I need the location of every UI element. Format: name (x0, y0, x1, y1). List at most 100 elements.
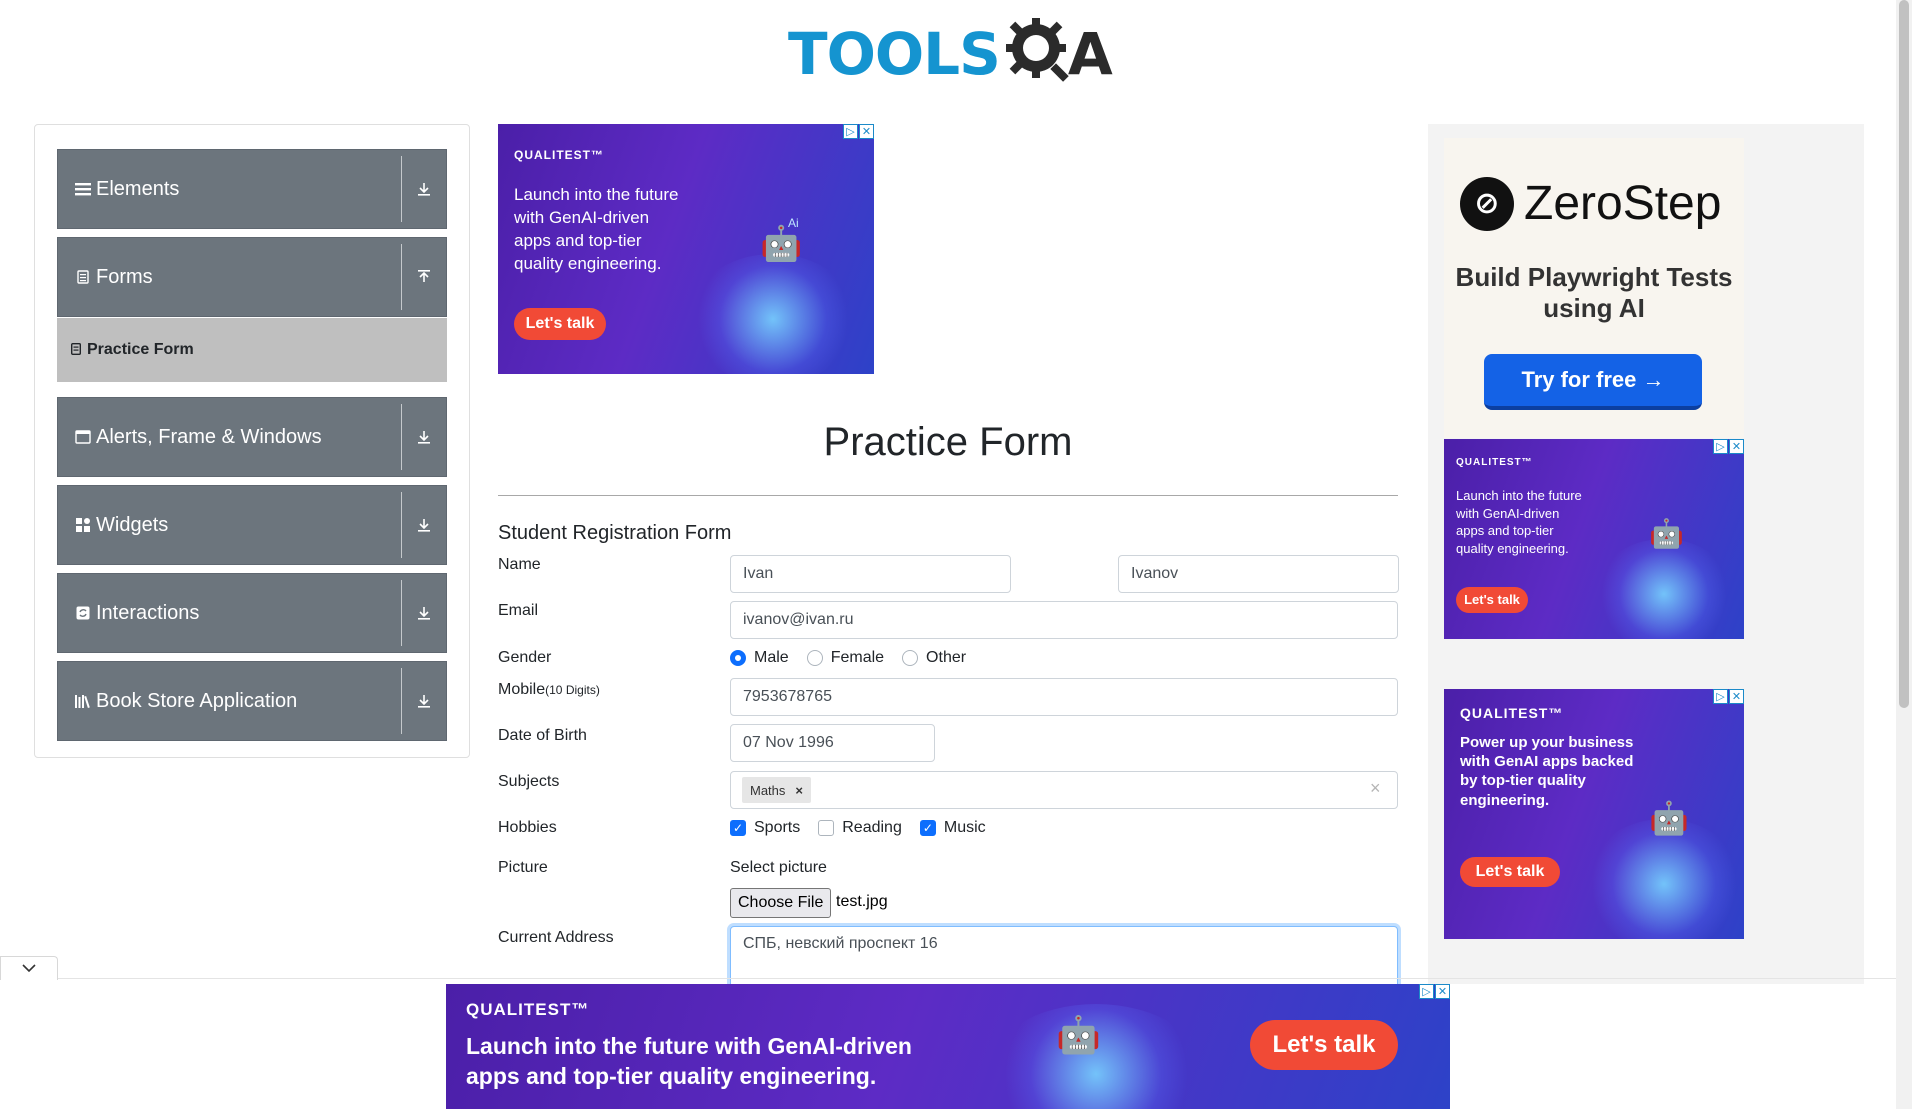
checkbox-label: Music (943, 819, 986, 836)
first-name-input[interactable]: Ivan (730, 555, 1011, 593)
collapse-toggle[interactable] (0, 956, 58, 980)
picture-label: Picture (498, 859, 548, 876)
gear-magnifier-icon (1005, 15, 1072, 94)
hobbies-checkbox-group: ✓ Sports Reading ✓ Music (730, 819, 986, 837)
choose-file-button[interactable]: Choose File (730, 888, 832, 918)
name-label: Name (498, 556, 541, 573)
close-icon[interactable]: ✕ (1729, 689, 1744, 704)
sidebar-item-label: Practice Form (87, 341, 194, 358)
ad-banner-right-1[interactable]: QUALITEST™ Launch into the future with G… (1444, 439, 1744, 639)
address-label: Current Address (498, 929, 614, 946)
left-sidebar: Elements Forms Practice Form Alerts, Fra… (34, 124, 470, 758)
ad-banner-bottom[interactable]: QUALITEST™ Launch into the future with G… (446, 984, 1450, 1109)
remove-icon[interactable]: × (795, 783, 803, 798)
subjects-label: Subjects (498, 773, 560, 790)
window-icon (74, 430, 92, 444)
document-icon (70, 342, 82, 358)
ad-brand: QUALITEST™ (466, 1000, 590, 1019)
books-icon (74, 694, 92, 708)
radio-label: Other (926, 649, 967, 666)
ad-info-icon[interactable]: ▷ (1713, 439, 1728, 454)
current-address-textarea[interactable]: СПБ, невский проспект 16 (730, 926, 1398, 990)
hobby-sports-checkbox[interactable]: ✓ Sports (730, 819, 800, 837)
ad-cta-button[interactable]: Let's talk (1250, 1020, 1398, 1070)
sidebar-group-bookstore[interactable]: Book Store Application (57, 661, 447, 741)
gender-male-radio[interactable]: Male (730, 649, 789, 667)
ad-cta-button[interactable]: Let's talk (1460, 857, 1560, 887)
ad-close-controls[interactable]: ▷ ✕ (842, 124, 874, 139)
sidebar-group-label: Forms (96, 265, 153, 288)
upload-icon[interactable] (402, 238, 446, 316)
sidebar-group-interactions[interactable]: Interactions (57, 573, 447, 653)
close-icon[interactable]: ✕ (1435, 984, 1450, 999)
clear-icon[interactable]: × (1370, 778, 1381, 799)
ad-cta-button[interactable]: Let's talk (1456, 587, 1528, 613)
mobile-hint: (10 Digits) (545, 683, 600, 697)
close-icon[interactable]: ✕ (1729, 439, 1744, 454)
download-icon[interactable] (402, 574, 446, 652)
ad-close-controls[interactable]: ▷ ✕ (1712, 439, 1744, 454)
sidebar-item-practice-form[interactable]: Practice Form (57, 318, 447, 382)
sidebar-group-label: Elements (96, 177, 180, 200)
ad-info-icon[interactable]: ▷ (843, 124, 858, 139)
mobile-label: Mobile(10 Digits) (498, 681, 600, 699)
date-of-birth-input[interactable]: 07 Nov 1996 (730, 724, 935, 762)
sidebar-group-label: Book Store Application (96, 689, 298, 712)
hobby-reading-checkbox[interactable]: Reading (818, 819, 902, 837)
try-for-free-button[interactable]: Try for free → (1484, 354, 1702, 410)
download-icon[interactable] (402, 486, 446, 564)
zerostep-ad[interactable]: ⊘ ZeroStep Build Playwright Tests using … (1444, 138, 1744, 438)
ad-info-icon[interactable]: ▷ (1713, 689, 1728, 704)
subject-chip: Maths × (742, 777, 811, 803)
sync-icon (74, 606, 92, 620)
ad-info-icon[interactable]: ▷ (1419, 984, 1434, 999)
download-icon[interactable] (402, 662, 446, 740)
mobile-input[interactable]: 7953678765 (730, 678, 1398, 716)
subject-chip-label: Maths (750, 782, 786, 798)
ai-label: Ai (788, 216, 799, 230)
zerostep-name: ZeroStep (1524, 177, 1722, 230)
checkbox-checked-icon: ✓ (730, 820, 746, 836)
ad-banner-right-2[interactable]: QUALITEST™ Power up your business with G… (1444, 689, 1744, 939)
close-icon[interactable]: ✕ (859, 124, 874, 139)
selected-file-name: test.jpg (836, 893, 888, 910)
bottom-divider (0, 978, 1896, 979)
last-name-input[interactable]: Ivanov (1118, 555, 1399, 593)
ad-close-controls[interactable]: ▷ ✕ (1418, 984, 1450, 999)
ad-text: Launch into the future with GenAI-driven… (514, 185, 679, 273)
page-title: Practice Form (823, 420, 1073, 464)
checkbox-label: Reading (842, 819, 902, 836)
zerostep-logo-icon: ⊘ (1460, 176, 1514, 231)
hobbies-label: Hobbies (498, 819, 557, 836)
grid-icon (74, 518, 92, 532)
zerostep-subtitle: Build Playwright Tests using AI (1455, 262, 1733, 324)
ad-close-controls[interactable]: ▷ ✕ (1712, 689, 1744, 704)
sidebar-group-elements[interactable]: Elements (57, 149, 447, 229)
ad-banner-top[interactable]: QUALITEST™ Launch into the future with G… (498, 124, 874, 374)
sidebar-group-widgets[interactable]: Widgets (57, 485, 447, 565)
chevron-down-icon (21, 960, 37, 978)
robot-icon: 🤖 (1056, 1014, 1101, 1055)
ad-brand: QUALITEST™ (1460, 705, 1564, 721)
document-icon (74, 270, 92, 284)
scrollbar-thumb[interactable] (1899, 0, 1909, 708)
robot-icon: 🤖 (760, 225, 803, 263)
select-picture-label: Select picture (730, 859, 827, 876)
ad-text: Launch into the future with GenAI-driven… (466, 1033, 912, 1089)
dob-label: Date of Birth (498, 727, 587, 744)
divider (498, 495, 1398, 496)
robot-icon: 🤖 (1649, 518, 1684, 549)
sidebar-group-alerts[interactable]: Alerts, Frame & Windows (57, 397, 447, 477)
sidebar-group-forms[interactable]: Forms (57, 237, 447, 317)
subjects-input[interactable] (730, 771, 1398, 809)
gender-other-radio[interactable]: Other (902, 649, 966, 667)
download-icon[interactable] (402, 150, 446, 228)
toolsqa-logo[interactable]: TOOLS A (788, 14, 1113, 94)
download-icon[interactable] (402, 398, 446, 476)
checkbox-checked-icon: ✓ (919, 820, 936, 836)
hobby-music-checkbox[interactable]: ✓ Music (919, 819, 986, 837)
mobile-label-text: Mobile (498, 681, 546, 698)
email-input[interactable]: ivanov@ivan.ru (730, 601, 1398, 639)
gender-female-radio[interactable]: Female (806, 649, 884, 667)
ad-cta-button[interactable]: Let's talk (514, 308, 606, 340)
